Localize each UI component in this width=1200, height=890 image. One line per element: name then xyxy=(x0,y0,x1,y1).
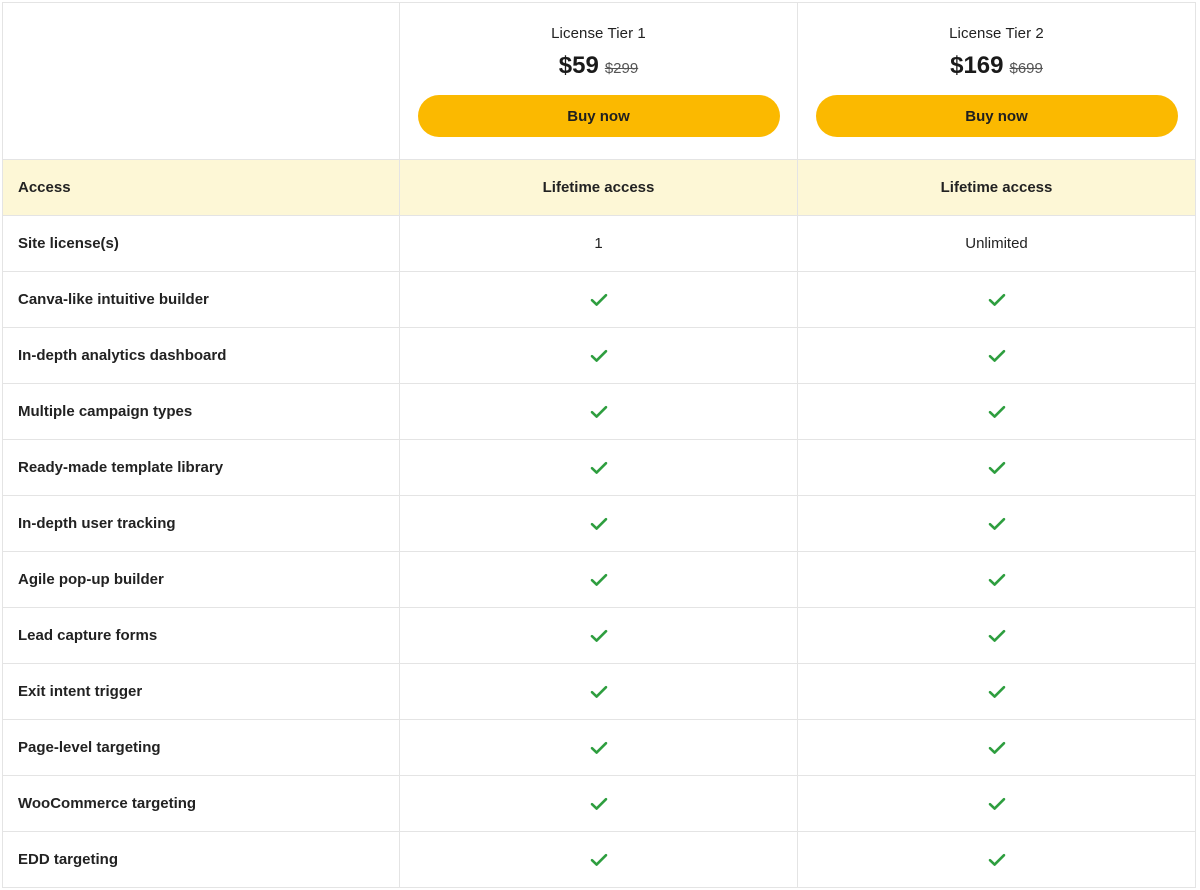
feature-row: In-depth analytics dashboard xyxy=(2,327,1196,384)
tier-1-feature-cell xyxy=(399,383,798,440)
tier-2-feature-cell xyxy=(797,719,1196,776)
check-icon xyxy=(988,741,1006,755)
tier-2-feature-cell xyxy=(797,495,1196,552)
tier-1-site-licenses-value: 1 xyxy=(399,215,798,272)
check-icon xyxy=(988,573,1006,587)
tier-1-feature-cell xyxy=(399,495,798,552)
access-label: Access xyxy=(2,159,400,216)
tier-1-feature-cell xyxy=(399,551,798,608)
tier-2-access-value: Lifetime access xyxy=(797,159,1196,216)
feature-label: Lead capture forms xyxy=(2,607,400,664)
feature-label: In-depth user tracking xyxy=(2,495,400,552)
tier-1-feature-cell xyxy=(399,607,798,664)
check-icon xyxy=(590,685,608,699)
feature-label: Multiple campaign types xyxy=(2,383,400,440)
pricing-table-body: License Tier 1 $59 $299 Buy now License T… xyxy=(2,2,1196,888)
feature-row: In-depth user tracking xyxy=(2,495,1196,552)
site-licenses-row: Site license(s) 1 Unlimited xyxy=(2,215,1196,272)
check-icon xyxy=(988,517,1006,531)
tier-2-price: $169 xyxy=(950,52,1004,79)
tier-1-price: $59 xyxy=(558,52,599,79)
feature-row: Lead capture forms xyxy=(2,607,1196,664)
feature-label: Canva-like intuitive builder xyxy=(2,271,400,328)
check-icon xyxy=(590,517,608,531)
tier-2-feature-cell xyxy=(797,271,1196,328)
check-icon xyxy=(988,797,1006,811)
tier-2-header: License Tier 2 $169 $699 Buy now xyxy=(797,2,1196,160)
tier-2-name: License Tier 2 xyxy=(949,25,1044,42)
check-icon xyxy=(988,629,1006,643)
feature-row: Multiple campaign types xyxy=(2,383,1196,440)
check-icon xyxy=(988,853,1006,867)
feature-row: Exit intent trigger xyxy=(2,663,1196,720)
check-icon xyxy=(590,853,608,867)
header-empty-cell xyxy=(2,2,400,160)
check-icon xyxy=(590,797,608,811)
feature-row: Canva-like intuitive builder xyxy=(2,271,1196,328)
tier-1-feature-cell xyxy=(399,719,798,776)
feature-row: EDD targeting xyxy=(2,831,1196,888)
tier-1-access-value: Lifetime access xyxy=(399,159,798,216)
pricing-comparison-table: License Tier 1 $59 $299 Buy now License T… xyxy=(2,2,1196,888)
check-icon xyxy=(590,629,608,643)
tier-2-feature-cell xyxy=(797,663,1196,720)
feature-row: WooCommerce targeting xyxy=(2,775,1196,832)
feature-label: EDD targeting xyxy=(2,831,400,888)
tier-1-feature-cell xyxy=(399,831,798,888)
tier-1-feature-cell xyxy=(399,663,798,720)
feature-label: Ready-made template library xyxy=(2,439,400,496)
feature-label: In-depth analytics dashboard xyxy=(2,327,400,384)
tier-1-header: License Tier 1 $59 $299 Buy now xyxy=(399,2,798,160)
tier-2-feature-cell xyxy=(797,775,1196,832)
check-icon xyxy=(590,741,608,755)
check-icon xyxy=(590,349,608,363)
tier-1-buy-button[interactable]: Buy now xyxy=(417,95,780,137)
tier-header-row: License Tier 1 $59 $299 Buy now License T… xyxy=(2,2,1196,160)
tier-2-price-line: $169 $699 xyxy=(798,50,1195,82)
tier-2-feature-cell xyxy=(797,607,1196,664)
tier-1-feature-cell xyxy=(399,439,798,496)
tier-1-name: License Tier 1 xyxy=(551,25,646,42)
tier-2-feature-cell xyxy=(797,831,1196,888)
tier-2-feature-cell xyxy=(797,383,1196,440)
tier-1-feature-cell xyxy=(399,271,798,328)
site-licenses-label: Site license(s) xyxy=(2,215,400,272)
tier-2-feature-cell xyxy=(797,439,1196,496)
check-icon xyxy=(988,349,1006,363)
check-icon xyxy=(590,293,608,307)
feature-row: Page-level targeting xyxy=(2,719,1196,776)
feature-row: Agile pop-up builder xyxy=(2,551,1196,608)
feature-row: Ready-made template library xyxy=(2,439,1196,496)
tier-2-site-licenses-value: Unlimited xyxy=(797,215,1196,272)
tier-2-feature-cell xyxy=(797,327,1196,384)
tier-2-feature-cell xyxy=(797,551,1196,608)
check-icon xyxy=(988,405,1006,419)
tier-2-old-price: $699 xyxy=(1009,60,1043,77)
check-icon xyxy=(988,685,1006,699)
tier-1-feature-cell xyxy=(399,327,798,384)
tier-1-price-line: $59 $299 xyxy=(400,50,797,82)
check-icon xyxy=(590,573,608,587)
check-icon xyxy=(590,461,608,475)
feature-label: Exit intent trigger xyxy=(2,663,400,720)
check-icon xyxy=(988,461,1006,475)
tier-2-buy-button[interactable]: Buy now xyxy=(815,95,1178,137)
tier-1-feature-cell xyxy=(399,775,798,832)
feature-label: Agile pop-up builder xyxy=(2,551,400,608)
feature-label: WooCommerce targeting xyxy=(2,775,400,832)
check-icon xyxy=(590,405,608,419)
feature-label: Page-level targeting xyxy=(2,719,400,776)
check-icon xyxy=(988,293,1006,307)
tier-1-old-price: $299 xyxy=(604,60,639,77)
access-row: Access Lifetime access Lifetime access xyxy=(2,159,1196,216)
